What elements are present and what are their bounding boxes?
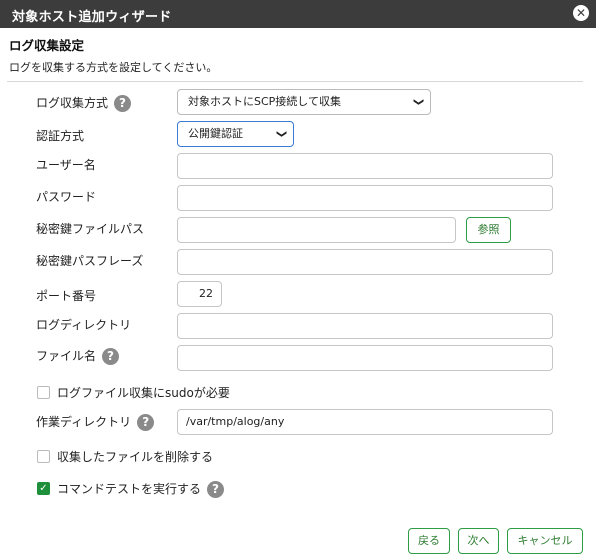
username-label: ユーザー名 xyxy=(36,158,96,172)
auth-method-select[interactable]: 公開鍵認証 ❯ xyxy=(177,121,294,147)
delete-after-checkbox[interactable] xyxy=(37,450,50,463)
auth-method-label: 認証方式 xyxy=(36,129,85,143)
work-dir-label-text: 作業ディレクトリ xyxy=(36,415,132,429)
key-file-input[interactable] xyxy=(177,217,456,243)
auth-method-value: 公開鍵認証 xyxy=(188,127,243,140)
browse-button[interactable]: 参照 xyxy=(466,217,511,243)
collect-method-value: 対象ホストにSCP接続して収集 xyxy=(188,95,341,108)
cancel-button[interactable]: キャンセル xyxy=(507,528,583,554)
passphrase-label: 秘密鍵パスフレーズ xyxy=(36,254,144,268)
title-bar: 対象ホスト追加ウィザード ✕ xyxy=(0,0,596,28)
work-dir-input[interactable]: /var/tmp/alog/any xyxy=(177,409,553,435)
command-test-label-text: コマンドテストを実行する xyxy=(57,482,202,496)
collect-method-select[interactable]: 対象ホストにSCP接続して収集 ❯ xyxy=(177,89,431,115)
delete-after-label: 収集したファイルを削除する xyxy=(57,450,214,464)
key-file-label: 秘密鍵ファイルパス xyxy=(36,222,145,236)
help-icon[interactable]: ? xyxy=(102,348,120,365)
command-test-label: コマンドテストを実行する? xyxy=(57,480,225,498)
help-icon[interactable]: ? xyxy=(114,95,132,112)
help-icon[interactable]: ? xyxy=(137,414,155,431)
next-button[interactable]: 次へ xyxy=(458,528,499,554)
help-icon[interactable]: ? xyxy=(207,481,225,498)
section-title: ログ収集設定 xyxy=(9,38,85,53)
close-icon[interactable]: ✕ xyxy=(573,5,589,21)
passphrase-input[interactable] xyxy=(177,249,553,275)
file-name-label: ファイル名? xyxy=(36,347,120,365)
back-button[interactable]: 戻る xyxy=(408,528,450,554)
file-name-label-text: ファイル名 xyxy=(36,349,97,363)
chevron-down-icon: ❯ xyxy=(275,129,287,139)
collect-method-label: ログ収集方式? xyxy=(36,94,132,112)
sudo-label: ログファイル収集にsudoが必要 xyxy=(57,386,230,400)
divider xyxy=(7,81,583,82)
port-label: ポート番号 xyxy=(36,289,97,303)
command-test-checkbox[interactable]: ✓ xyxy=(37,482,50,495)
section-description: ログを収集する方式を設定してください。 xyxy=(9,61,218,74)
port-input[interactable]: 22 xyxy=(177,281,222,307)
sudo-checkbox[interactable] xyxy=(37,386,50,399)
collect-method-label-text: ログ収集方式 xyxy=(36,96,109,110)
window-title: 対象ホスト追加ウィザード xyxy=(12,10,172,25)
password-label: パスワード xyxy=(36,190,97,204)
username-input[interactable] xyxy=(177,153,553,179)
file-name-input[interactable] xyxy=(177,345,553,371)
chevron-down-icon: ❯ xyxy=(412,97,424,107)
log-dir-input[interactable] xyxy=(177,313,553,339)
password-input[interactable] xyxy=(177,185,553,211)
work-dir-label: 作業ディレクトリ? xyxy=(36,413,155,431)
log-dir-label: ログディレクトリ xyxy=(36,318,132,332)
